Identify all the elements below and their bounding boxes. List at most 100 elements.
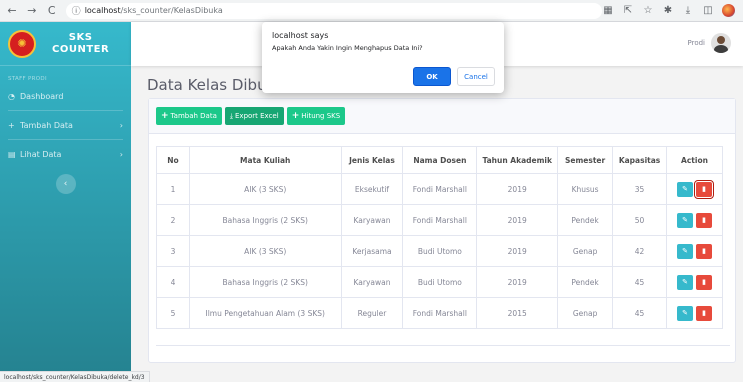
download-icon[interactable]: ⤓ [682,5,694,17]
delete-button[interactable]: ▮ [694,179,714,199]
data-card: + Tambah Data ⤓ Export Excel + Hitung SK… [148,98,736,363]
share-icon[interactable]: ⇱ [622,5,634,17]
cell-jenis-kelas: Reguler [340,297,404,329]
info-icon[interactable]: ⓘ [72,4,81,17]
table-row: 5 Ilmu Pengetahuan Alam (3 SKS) Reguler … [156,297,723,329]
col-header-semester: Semester [557,146,614,174]
cell-mata-kuliah: Bahasa Inggris (2 SKS) [188,266,342,298]
cell-jenis-kelas: Karyawan [340,204,404,236]
dialog-cancel-button[interactable]: Cancel [457,67,495,86]
sidepanel-icon[interactable]: ◫ [702,5,714,17]
extensions-icon[interactable]: ✱ [662,5,674,17]
chevron-left-icon: ‹ [63,179,68,189]
sidebar-item-dashboard[interactable]: ◔ Dashboard [0,88,131,104]
plus-icon: + [8,120,15,130]
edit-button[interactable]: ✎ [677,181,693,197]
star-icon[interactable]: ☆ [642,5,654,17]
col-header-mata-kuliah: Mata Kuliah [188,146,342,174]
cell-nama-dosen: Budi Utomo [402,235,478,267]
reload-icon[interactable]: C [44,3,60,19]
sidebar-item-label: Lihat Data [20,149,62,159]
cell-tahun-akademik: 2015 [476,297,559,329]
university-logo-icon: ✺ [8,29,36,58]
col-header-kapasitas: Kapasitas [612,146,668,174]
chevron-right-icon: › [119,120,123,130]
delete-button[interactable]: ▮ [696,274,712,290]
trash-icon: ▮ [702,309,706,317]
sidebar-toggle-button[interactable]: ‹ [55,174,76,194]
delete-button[interactable]: ▮ [696,305,712,321]
back-icon[interactable]: ← [4,3,20,19]
card-header: + Tambah Data ⤓ Export Excel + Hitung SK… [149,99,735,134]
sidebar: ✺ SKS COUNTER STAFF PRODI ◔ Dashboard + … [0,22,131,371]
pencil-icon: ✎ [682,247,688,255]
pencil-icon: ✎ [682,216,688,224]
cell-action: ✎ ▮ [666,297,723,329]
cell-nama-dosen: Budi Utomo [402,266,478,298]
status-bar: localhost/sks_counter/KelasDibuka/delete… [0,371,150,382]
trash-icon: ▮ [702,185,706,193]
cell-no: 4 [156,266,190,298]
table-header-row: No Mata Kuliah Jenis Kelas Nama Dosen Ta… [156,146,723,174]
add-data-label: Tambah Data [170,112,217,120]
trash-icon: ▮ [702,247,706,255]
cell-nama-dosen: Fondi Marshall [402,204,478,236]
cell-kapasitas: 45 [612,297,668,329]
url-host: localhost [84,6,121,15]
user-menu[interactable]: Prodi [688,33,731,53]
cell-jenis-kelas: Kerjasama [340,235,404,267]
table-row: 3 AIK (3 SKS) Kerjasama Budi Utomo 2019 … [156,235,723,267]
sidebar-item-tambah-data[interactable]: + Tambah Data › [0,117,131,133]
cell-nama-dosen: Fondi Marshall [402,297,478,329]
plus-icon: + [291,111,300,121]
url-path: /sks_counter/KelasDibuka [120,6,223,15]
export-excel-label: Export Excel [235,112,279,120]
cell-jenis-kelas: Karyawan [340,266,404,298]
plus-icon: + [161,111,169,121]
sidebar-item-lihat-data[interactable]: ▤ Lihat Data › [0,146,131,162]
brand-line-2: COUNTER [52,43,110,55]
cell-semester: Genap [557,235,614,267]
document-icon: ▤ [8,149,16,159]
cell-semester: Khusus [557,173,614,205]
card-divider [156,345,730,346]
edit-button[interactable]: ✎ [677,212,693,228]
profile-icon[interactable] [722,4,735,17]
cell-action: ✎ ▮ [666,204,723,236]
cell-tahun-akademik: 2019 [476,235,559,267]
sidebar-brand[interactable]: ✺ SKS COUNTER [0,22,131,66]
cell-kapasitas: 45 [612,266,668,298]
cell-kapasitas: 35 [612,173,668,205]
avatar [711,33,731,53]
cell-no: 3 [156,235,190,267]
brand-line-1: SKS [68,31,93,43]
edit-button[interactable]: ✎ [677,305,693,321]
cell-semester: Genap [557,297,614,329]
table-row: 4 Bahasa Inggris (2 SKS) Karyawan Budi U… [156,266,723,298]
edit-button[interactable]: ✎ [677,243,693,259]
dashboard-icon: ◔ [8,91,15,101]
cell-action: ✎ ▮ [666,266,723,298]
cell-mata-kuliah: AIK (3 SKS) [188,173,342,205]
table-row: 1 AIK (3 SKS) Eksekutif Fondi Marshall 2… [156,173,723,205]
cell-semester: Pendek [557,266,614,298]
cell-action: ✎ ▮ [666,173,723,205]
address-bar[interactable]: ⓘ localhost /sks_counter/KelasDibuka [65,2,602,19]
cell-action: ✎ ▮ [666,235,723,267]
export-excel-button[interactable]: ⤓ Export Excel [224,107,284,125]
sidebar-heading: STAFF PRODI [8,76,47,82]
edit-button[interactable]: ✎ [677,274,693,290]
col-header-jenis-kelas: Jenis Kelas [340,146,404,174]
confirm-dialog: localhost says Apakah Anda Yakin Ingin M… [262,22,504,93]
dialog-message: Apakah Anda Yakin Ingin Menghapus Data I… [272,44,423,52]
add-data-button[interactable]: + Tambah Data [156,107,222,125]
data-table: No Mata Kuliah Jenis Kelas Nama Dosen Ta… [156,146,723,329]
delete-button[interactable]: ▮ [696,212,712,228]
pencil-icon: ✎ [682,278,688,286]
count-sks-button[interactable]: + Hitung SKS [286,107,346,125]
delete-button[interactable]: ▮ [696,243,712,259]
forward-icon[interactable]: → [24,3,40,19]
col-header-action: Action [666,146,723,174]
translate-icon[interactable]: ▦ [602,5,614,17]
dialog-ok-button[interactable]: OK [413,67,451,86]
